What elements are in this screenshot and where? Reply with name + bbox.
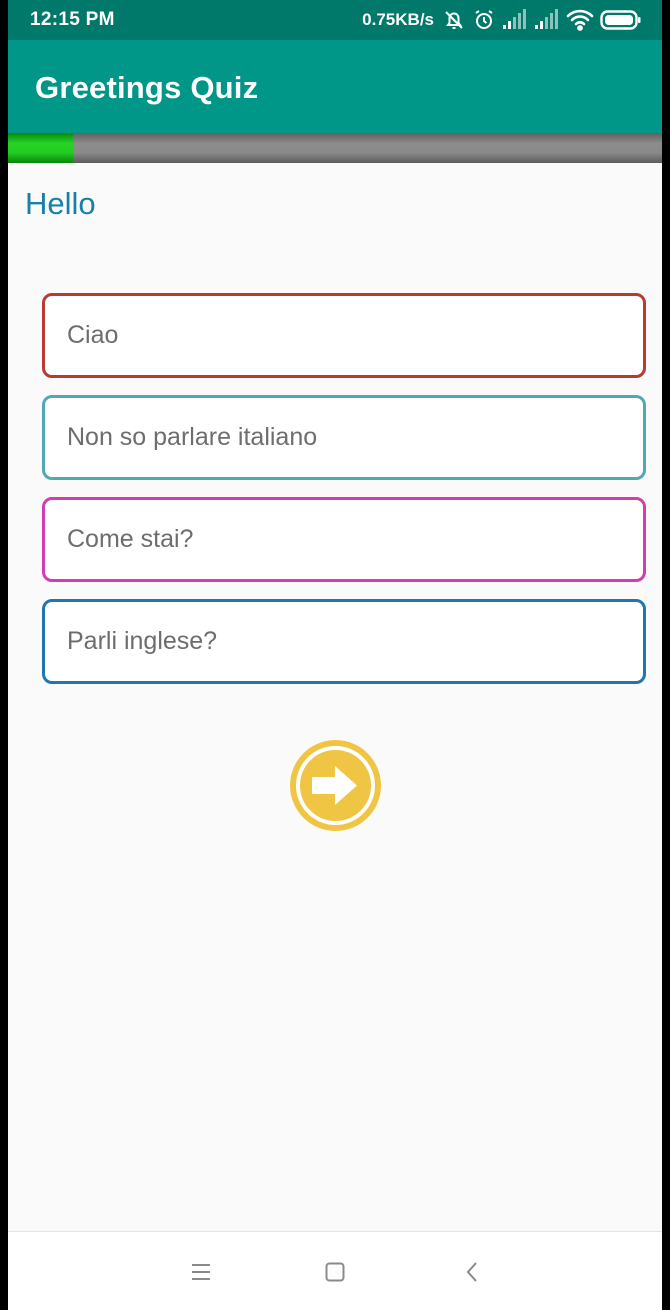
app-title: Greetings Quiz: [35, 70, 259, 105]
status-time: 12:15 PM: [30, 9, 115, 30]
answer-option-label: Non so parlare italiano: [67, 423, 318, 451]
back-chevron-icon[interactable]: [461, 1260, 485, 1284]
answer-option-label: Ciao: [67, 321, 119, 349]
muted-bell-icon: [442, 8, 466, 32]
answer-option-label: Come stai?: [67, 525, 194, 553]
answer-option[interactable]: Non so parlare italiano: [42, 395, 646, 480]
status-bar: 12:15 PM 0.75KB/s: [8, 0, 662, 40]
answer-option[interactable]: Parli inglese?: [42, 599, 646, 684]
status-icons: 0.75KB/s: [362, 7, 642, 33]
answer-option-label: Parli inglese?: [67, 627, 218, 655]
answer-options: Ciao Non so parlare italiano Come stai? …: [42, 293, 646, 701]
network-speed: 0.75KB/s: [362, 10, 434, 29]
signal-icon-2: [534, 9, 560, 31]
wifi-icon: [566, 9, 594, 31]
app-bar: Greetings Quiz: [8, 40, 662, 133]
progress-fill: [8, 133, 74, 163]
next-button[interactable]: [290, 740, 381, 831]
system-nav-bar: [8, 1231, 662, 1310]
quiz-progress-bar: [8, 133, 662, 163]
signal-icon: [502, 9, 528, 31]
app-screen: 12:15 PM 0.75KB/s Greetings Quiz Hello C…: [8, 0, 662, 1310]
question-word: Hello: [25, 186, 96, 221]
answer-option[interactable]: Ciao: [42, 293, 646, 378]
battery-icon: [600, 9, 642, 31]
alarm-icon: [472, 8, 496, 32]
menu-icon[interactable]: [189, 1260, 213, 1284]
answer-option[interactable]: Come stai?: [42, 497, 646, 582]
home-square-icon[interactable]: [323, 1260, 347, 1284]
